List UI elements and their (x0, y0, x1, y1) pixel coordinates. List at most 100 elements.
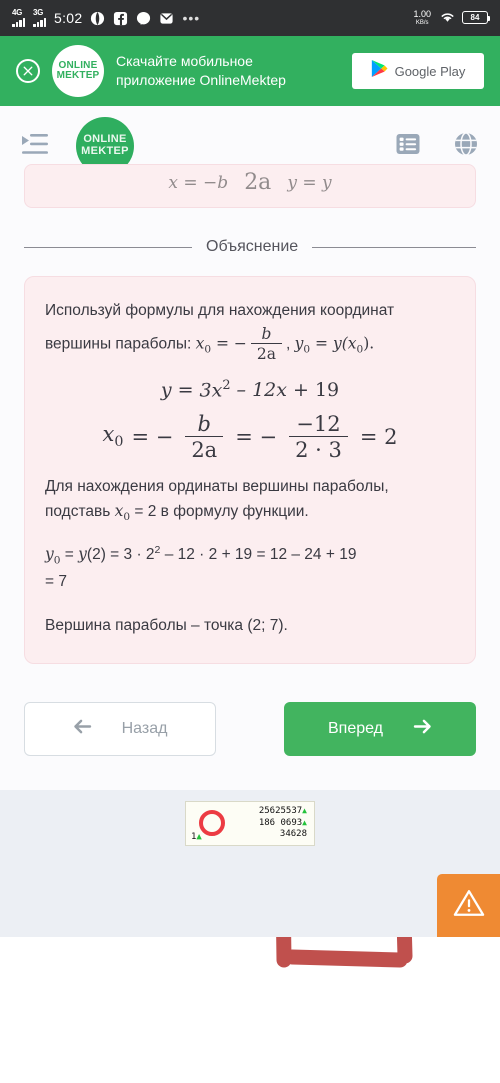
function-eq: = (177, 379, 194, 402)
arrow-right-icon (413, 719, 432, 739)
counter-row-1-triangle-icon: ▲ (302, 805, 307, 815)
function-term3: + 19 (292, 379, 340, 402)
status-bar: 4G 3G 5:02 ••• 1.00 KB/s 84 (0, 0, 500, 36)
warning-triangle-icon (453, 888, 485, 922)
navbar-actions (396, 131, 478, 161)
battery-level: 84 (470, 13, 480, 23)
intro-eq: = − (211, 334, 247, 353)
fragment-right: y = y (287, 172, 332, 193)
function-term1-exp: 2 (222, 378, 231, 394)
function-formula-line: y = 3x2 – 12x + 19 (45, 378, 455, 402)
explanation-card: Используй формулы для нахождения координ… (24, 276, 476, 664)
y0-lhs: y (45, 545, 54, 564)
previous-answer-row: x = −b 2a y = y (25, 170, 475, 195)
navigation-buttons: Назад Вперед (0, 663, 500, 790)
para2-text2: = 2 в формулу функции. (130, 503, 309, 521)
explanation-paragraph-2: Для нахождения ординаты вершины параболы… (45, 475, 455, 527)
intro-y-arg: (x (341, 334, 357, 353)
function-formula: y = 3x2 – 12x + 19 x0 = − b 2a = − −12 2… (45, 378, 455, 460)
divider-line-left (24, 246, 192, 248)
y0-rest: (2) = 3 · 2 (86, 546, 155, 564)
opera-icon (90, 11, 105, 26)
x0-lhs-base: x (102, 422, 115, 447)
banner-text: Скачайте мобильное приложение OnlineMekt… (116, 52, 340, 90)
explanation-intro: Используй формулы для нахождения координ… (45, 297, 455, 362)
intro-fraction-denominator: 2a (250, 342, 283, 362)
counter-row-1: 25625537▲ (225, 806, 307, 818)
x0-lhs-sub: 0 (114, 434, 124, 451)
x0-lhs: x0 (103, 422, 124, 450)
counter-row-3: 34628 (225, 829, 307, 841)
back-button[interactable]: Назад (24, 701, 216, 756)
x0-fraction-2-numerator: −12 (296, 411, 341, 436)
counter-row-3-value: 34628 (279, 829, 307, 840)
intro-y-end: ). (363, 334, 375, 353)
x0-fraction-2-denominator: 2 · 3 (289, 435, 348, 461)
signal-4g-label: 4G (12, 8, 23, 17)
explanation-divider-label: Объяснение (206, 238, 299, 255)
messenger-icon (136, 11, 151, 26)
function-term1-base: 3x (199, 379, 223, 402)
signal-3g-icon: 3G (33, 9, 46, 27)
network-speed-indicator: 1.00 KB/s (413, 9, 431, 26)
menu-indent-icon[interactable] (22, 133, 48, 160)
counter-numbers: 25625537▲ 186 0693 ▲ 34628 (225, 806, 309, 842)
x0-eq1: = − (131, 424, 174, 449)
google-play-button[interactable]: Google Play (352, 53, 484, 89)
close-icon[interactable] (16, 59, 40, 83)
explanation-divider: Объяснение (24, 238, 476, 256)
y0-fn: y (78, 545, 87, 564)
function-lhs: y (160, 379, 172, 402)
intro-y-fn: y (332, 334, 342, 353)
status-bar-right: 1.00 KB/s 84 (413, 9, 490, 26)
back-button-label: Назад (121, 719, 168, 737)
counter-row-2-value: 186 0693 (258, 817, 303, 828)
status-overflow-icon: ••• (182, 10, 201, 26)
y0-eq: = (60, 546, 79, 564)
wifi-icon (439, 10, 454, 25)
counter-corner-value: 1▲ (191, 832, 202, 842)
network-speed-value: 1.00 (413, 9, 431, 20)
y0-result: = 7 (45, 572, 67, 590)
signal-bars (33, 18, 46, 27)
intro-fraction: b 2a (250, 324, 283, 363)
battery-icon: 84 (462, 11, 490, 25)
x0-fraction-2: −12 2 · 3 (289, 411, 348, 461)
conclusion-text: Вершина параболы – точка (2; 7). (45, 617, 288, 635)
google-play-label: Google Play (394, 63, 466, 79)
x0-fraction-1-denominator: 2a (185, 435, 224, 461)
next-button-label: Вперед (327, 719, 383, 737)
globe-icon[interactable] (454, 131, 478, 161)
divider-line-right (312, 246, 476, 248)
previous-answer-fragment: x = −b 2a y = y (25, 170, 475, 195)
facebook-icon (113, 11, 128, 26)
function-term1: 3x2 (200, 378, 231, 402)
list-icon[interactable] (396, 133, 420, 160)
app-download-banner[interactable]: ONLINE MEKTEP Скачайте мобильное приложе… (0, 36, 500, 106)
intro-comma: , (286, 335, 291, 353)
x0-fraction-1: b 2a (185, 411, 224, 461)
counter-row-1-value: 25625537 (258, 805, 303, 816)
page-footer: 25625537▲ 186 0693 ▲ 34628 1▲ (0, 789, 500, 937)
banner-logo-line2: MEKTEP (56, 70, 100, 81)
fragment-left: x = −b (168, 172, 229, 193)
next-button[interactable]: Вперед (284, 701, 476, 756)
signal-3g-label: 3G (33, 8, 44, 17)
visitor-counter-widget[interactable]: 25625537▲ 186 0693 ▲ 34628 1▲ (185, 800, 315, 846)
intro-fraction-numerator: b (261, 324, 272, 343)
report-problem-button[interactable] (437, 873, 500, 937)
banner-text-line1: Скачайте мобильное (116, 53, 253, 70)
x0-formula-line: x0 = − b 2a = − −12 2 · 3 = 2 (45, 411, 455, 461)
arrow-left-icon (73, 719, 92, 739)
banner-logo: ONLINE MEKTEP (52, 45, 104, 97)
y0-rest2: – 12 · 2 + 19 = 12 – 24 + 19 (160, 546, 357, 564)
mail-icon (159, 11, 174, 26)
signal-4g-icon: 4G (12, 9, 25, 27)
status-bar-left: 4G 3G 5:02 ••• (12, 9, 200, 27)
intro-y-eq: = (310, 334, 333, 353)
function-term2: – 12x (236, 379, 287, 402)
network-speed-unit: KB/s (415, 19, 429, 26)
x0-fraction-1-numerator: b (197, 411, 211, 436)
status-clock: 5:02 (54, 10, 83, 26)
counter-ring-icon (199, 810, 225, 837)
